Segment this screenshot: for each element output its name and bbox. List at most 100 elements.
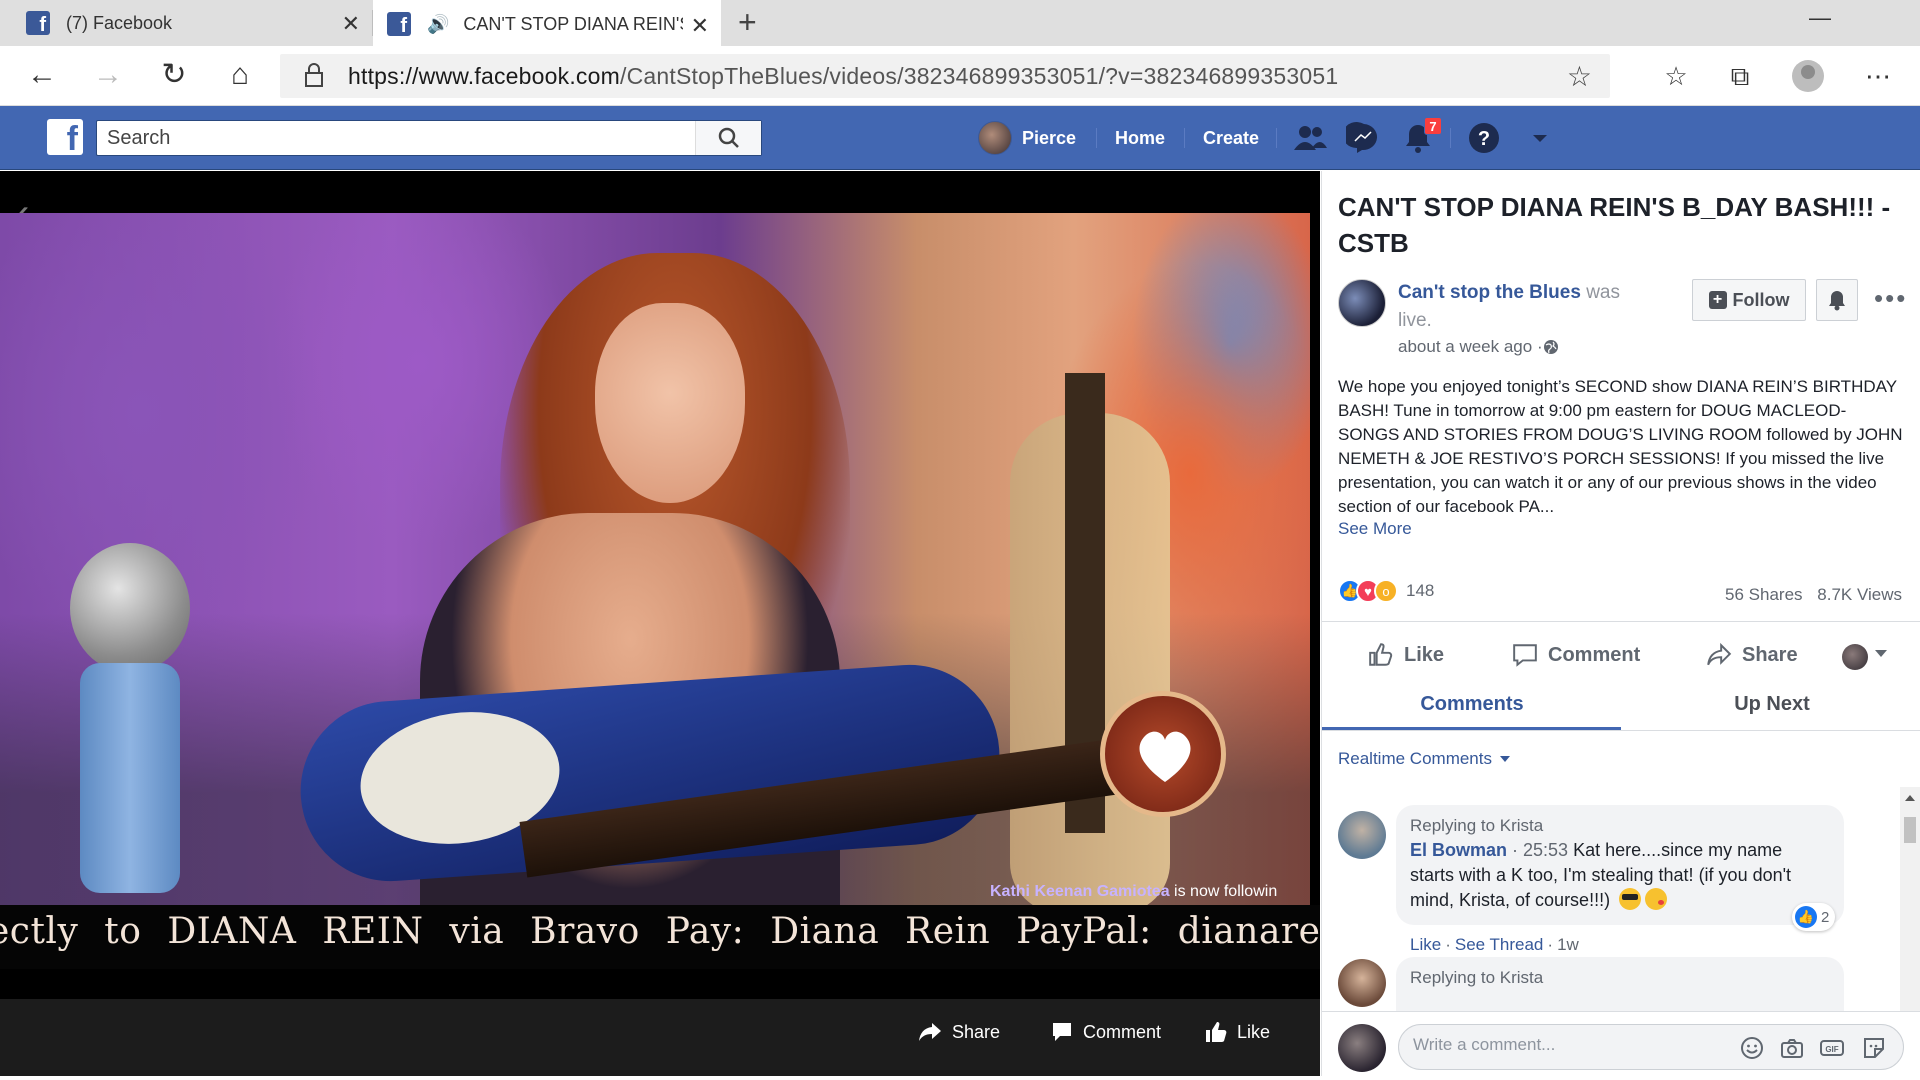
shares-count[interactable]: 56 Shares [1725, 585, 1803, 604]
comment-text-block: El Bowman · 25:53 Kat here....since my n… [1410, 838, 1830, 913]
facebook-favicon-icon: f [387, 12, 411, 36]
search-button[interactable] [695, 121, 761, 155]
post-timestamp[interactable]: about a week ago · [1398, 337, 1559, 357]
comment-input-box[interactable]: GIF [1398, 1024, 1904, 1070]
posting-as-caret-icon[interactable] [1875, 650, 1887, 657]
nav-home-label: Home [1115, 127, 1166, 148]
video-comment-button[interactable]: Comment [1051, 1021, 1161, 1043]
post-like-button[interactable]: Like [1368, 642, 1444, 668]
facebook-top-bar: f Pierce Home Create 7 ? [0, 106, 1920, 170]
reactions-summary[interactable]: 👍 ♥ o 148 [1338, 579, 1434, 603]
browser-profile-avatar[interactable] [1792, 60, 1824, 92]
nav-home-link[interactable]: Home [1115, 106, 1165, 170]
post-more-options-icon[interactable]: ••• [1874, 283, 1907, 314]
active-tab-underline [1322, 727, 1621, 730]
svg-text:GIF: GIF [1825, 1045, 1838, 1054]
nav-divider [1450, 128, 1451, 148]
post-share-label: Share [1742, 643, 1798, 666]
lock-icon [305, 63, 323, 87]
commenter-avatar[interactable] [1338, 811, 1386, 859]
comment-sort-label: Realtime Comments [1338, 749, 1492, 768]
notification-badge: 7 [1424, 117, 1442, 135]
follow-label: Follow [1732, 289, 1790, 310]
notification-settings-button[interactable] [1816, 279, 1858, 321]
like-icon [1206, 1022, 1227, 1042]
more-menu-icon[interactable]: ⋯ [1858, 58, 1898, 94]
comment-like-count[interactable]: 👍 2 [1792, 903, 1836, 931]
heart-icon [1139, 731, 1191, 782]
camera-icon[interactable] [1779, 1035, 1805, 1061]
refresh-icon[interactable]: ↻ [154, 56, 194, 96]
nav-profile-link[interactable]: Pierce [978, 106, 1076, 170]
commenter-avatar[interactable] [1338, 959, 1386, 1007]
tab-comments[interactable]: Comments [1322, 693, 1622, 716]
video-share-label: Share [952, 1021, 1001, 1042]
love-reaction-overlay [1100, 691, 1226, 817]
friend-requests-icon[interactable] [1292, 120, 1328, 156]
chevron-down-icon [1500, 756, 1510, 762]
post-stats: 56 Shares 8.7K Views [1715, 585, 1902, 605]
post-comment-button[interactable]: Comment [1512, 642, 1640, 668]
speaker-icon[interactable]: 🔊 [427, 14, 449, 35]
comment-tabs: Comments Up Next [1322, 681, 1920, 731]
comment-age[interactable]: 1w [1557, 935, 1579, 954]
like-icon [1369, 643, 1393, 666]
commenter-name[interactable]: El Bowman [1410, 840, 1507, 860]
forward-icon[interactable]: → [88, 56, 128, 96]
video-frame[interactable]: Kathi Keenan Gamiotea is now followin [0, 213, 1310, 905]
facebook-search [96, 120, 762, 156]
nav-create-link[interactable]: Create [1203, 106, 1259, 170]
search-input[interactable] [97, 121, 697, 155]
globe-icon [1543, 340, 1558, 354]
sticker-icon[interactable] [1861, 1035, 1887, 1061]
tab-close-icon[interactable]: ✕ [691, 13, 709, 39]
page-avatar[interactable] [1338, 279, 1386, 327]
facebook-favicon-icon: f [26, 11, 50, 35]
video-scene-face [595, 303, 745, 503]
post-side-panel: CAN'T STOP DIANA REIN'S B_DAY BASH!!! - … [1321, 171, 1920, 1076]
views-count: 8.7K Views [1817, 585, 1902, 604]
page-name-link[interactable]: Can't stop the Blues [1398, 282, 1581, 303]
comment-input[interactable] [1413, 1035, 1733, 1055]
comment-sort-dropdown[interactable]: Realtime Comments [1338, 749, 1510, 769]
messenger-icon[interactable] [1346, 120, 1382, 156]
new-tab-button[interactable]: + [738, 4, 757, 41]
follow-button[interactable]: + Follow [1692, 279, 1806, 321]
video-share-button[interactable]: Share [918, 1021, 1000, 1043]
help-icon[interactable]: ? [1466, 120, 1502, 156]
emoji-icon[interactable] [1739, 1035, 1765, 1061]
bell-icon [1829, 291, 1845, 311]
see-more-link[interactable]: See More [1338, 519, 1412, 539]
favorites-list-icon[interactable]: ☆ [1656, 58, 1696, 94]
post-share-button[interactable]: Share [1706, 642, 1798, 668]
url-field[interactable]: https://www.facebook.com/CantStopTheBlue… [280, 54, 1610, 98]
comments-scrollbar[interactable] [1900, 787, 1920, 1027]
tab-facebook[interactable]: f (7) Facebook ✕ [0, 0, 372, 46]
tab-video-active[interactable]: f 🔊 CAN'T STOP DIANA REIN'S B_DAY BASH!!… [373, 0, 721, 46]
favorite-star-icon[interactable]: ☆ [1567, 60, 1592, 93]
comment-composer: GIF [1322, 1011, 1920, 1076]
facebook-logo[interactable]: f [47, 119, 83, 155]
comment-video-time[interactable]: · 25:53 [1507, 840, 1573, 860]
video-player[interactable]: ‹ Kathi Keenan Gamiotea is now followin … [0, 171, 1320, 1076]
share-icon [1707, 642, 1732, 666]
comments-list: Replying to Krista El Bowman · 25:53 Kat… [1322, 791, 1900, 1023]
home-icon[interactable]: ⌂ [220, 56, 260, 96]
post-like-label: Like [1404, 643, 1445, 666]
time-ago-text: about a week ago · [1398, 337, 1543, 356]
tab-title: CAN'T STOP DIANA REIN'S B_DAY BASH!!! - … [463, 13, 683, 34]
see-thread-link[interactable]: See Thread [1455, 935, 1544, 954]
gif-icon[interactable]: GIF [1819, 1035, 1845, 1061]
post-byline: Can't stop the Blues was live. [1398, 279, 1638, 335]
comment-like-link[interactable]: Like [1410, 935, 1441, 954]
tab-close-icon[interactable]: ✕ [342, 11, 360, 37]
scroll-up-icon[interactable] [1905, 795, 1915, 801]
collections-icon[interactable]: ⧉ [1720, 58, 1760, 94]
posting-as-avatar[interactable] [1842, 644, 1868, 670]
back-icon[interactable]: ← [22, 56, 62, 96]
account-menu-caret-icon[interactable] [1522, 120, 1558, 156]
tab-up-next[interactable]: Up Next [1622, 693, 1920, 716]
scroll-thumb[interactable] [1904, 817, 1916, 843]
video-like-button[interactable]: Like [1205, 1021, 1270, 1043]
sunglasses-emoji-icon [1619, 888, 1642, 910]
